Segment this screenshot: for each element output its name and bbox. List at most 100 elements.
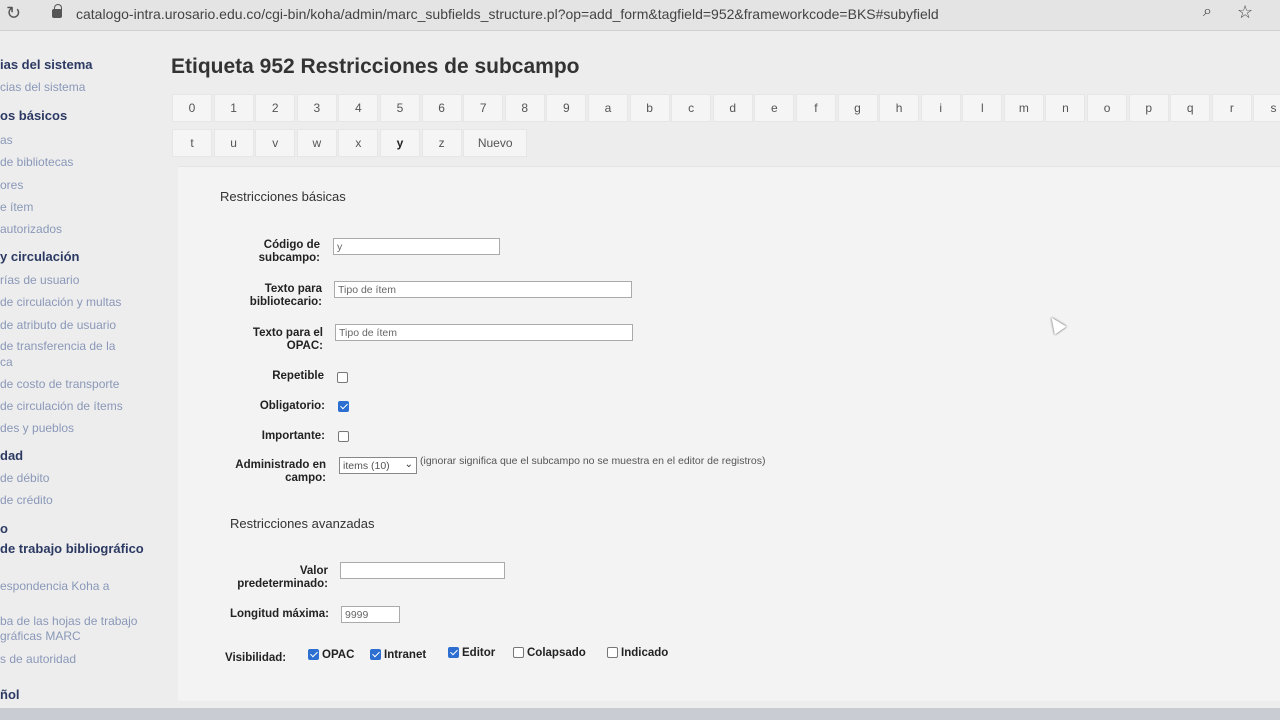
- managed-in-field-label: Administrado en campo:: [235, 459, 326, 484]
- sidebar-link[interactable]: de bibliotecas: [0, 155, 73, 169]
- visibility-colapsado-label: Colapsado: [527, 647, 586, 659]
- subfield-tab-y[interactable]: y: [379, 129, 420, 157]
- browser-address-bar: ↻ catalogo-intra.urosario.edu.co/cgi-bin…: [0, 0, 1280, 31]
- sidebar-link[interactable]: de atributo de usuario: [0, 318, 116, 332]
- subfield-tab-v[interactable]: v: [255, 129, 296, 157]
- sidebar-link[interactable]: gráficas MARC: [0, 629, 81, 643]
- subfield-tab-g[interactable]: g: [837, 94, 878, 122]
- subfield-tab-z[interactable]: z: [421, 129, 462, 157]
- visibility-colapsado-checkbox[interactable]: [513, 647, 524, 658]
- subfield-tab-h[interactable]: h: [879, 94, 920, 122]
- subfield-form-panel: Restricciones básicas Código de subcampo…: [178, 166, 1280, 701]
- max-length-label: Longitud máxima:: [229, 608, 329, 620]
- subfield-tab-7[interactable]: 7: [463, 94, 504, 122]
- subfield-tab-2[interactable]: 2: [255, 94, 296, 122]
- sidebar-link[interactable]: de débito: [0, 471, 49, 485]
- subfield-tab-1[interactable]: 1: [213, 94, 254, 122]
- important-checkbox[interactable]: [338, 431, 349, 442]
- sidebar-section-heading: y circulación: [0, 249, 80, 264]
- visibility-opac-label: OPAC: [322, 649, 355, 661]
- subfield-tab-q[interactable]: q: [1170, 94, 1211, 122]
- sidebar-link[interactable]: de circulación de ítems: [0, 399, 123, 413]
- subfield-tab-f[interactable]: f: [795, 94, 836, 122]
- subfield-tab-m[interactable]: m: [1003, 94, 1044, 122]
- subfield-tab-b[interactable]: b: [629, 94, 670, 122]
- subfield-tab-6[interactable]: 6: [421, 94, 462, 122]
- subfield-tab-o[interactable]: o: [1087, 94, 1128, 122]
- sidebar-link[interactable]: de circulación y multas: [0, 295, 121, 309]
- sidebar-link[interactable]: ca: [0, 355, 13, 369]
- sidebar-link[interactable]: e ítem: [0, 200, 33, 214]
- reload-icon[interactable]: ↻: [6, 3, 21, 24]
- subfield-tab-p[interactable]: p: [1128, 94, 1169, 122]
- librarian-text-input[interactable]: Tipo de ítem: [334, 281, 632, 298]
- sidebar-link[interactable]: espondencia Koha a: [0, 579, 109, 593]
- subfield-tab-c[interactable]: c: [671, 94, 712, 122]
- subfield-tab-a[interactable]: a: [587, 94, 628, 122]
- advanced-restrictions-title: Restricciones avanzadas: [230, 516, 375, 531]
- subfield-tab-r[interactable]: r: [1211, 94, 1252, 122]
- subfield-tab-u[interactable]: u: [213, 129, 254, 157]
- subfield-tab-w[interactable]: w: [296, 129, 337, 157]
- subfield-tab-i[interactable]: i: [920, 94, 961, 122]
- managed-in-field-select[interactable]: items (10) ⌄: [339, 457, 417, 474]
- sidebar-link[interactable]: cias del sistema: [0, 80, 85, 94]
- sidebar-link[interactable]: ores: [0, 178, 23, 192]
- basic-restrictions-title: Restricciones básicas: [220, 189, 346, 204]
- sidebar-link[interactable]: de crédito: [0, 493, 53, 507]
- repeatable-checkbox[interactable]: [337, 372, 348, 383]
- subfield-tab-3[interactable]: 3: [296, 94, 337, 122]
- subfield-tab-x[interactable]: x: [338, 129, 379, 157]
- sidebar-link[interactable]: des y pueblos: [0, 421, 74, 435]
- visibility-opac-checkbox[interactable]: [308, 649, 319, 660]
- lock-icon[interactable]: [52, 4, 62, 18]
- subfield-tab-nuevo[interactable]: Nuevo: [463, 129, 528, 157]
- subfield-code-input[interactable]: y: [333, 238, 500, 255]
- librarian-text-label: Texto para bibliotecario:: [249, 283, 322, 308]
- opac-text-input[interactable]: Tipo de ítem: [335, 324, 633, 341]
- opac-text-label: Texto para el OPAC:: [252, 327, 323, 352]
- default-value-input[interactable]: [340, 562, 505, 579]
- important-label: Importante:: [261, 430, 325, 442]
- sidebar-link[interactable]: rías de usuario: [0, 273, 79, 287]
- subfield-tab-s[interactable]: s: [1253, 94, 1280, 122]
- subfield-tab-l[interactable]: l: [962, 94, 1003, 122]
- visibility-editor-checkbox[interactable]: [448, 647, 459, 658]
- subfield-tab-d[interactable]: d: [712, 94, 753, 122]
- visibility-intranet-label: Intranet: [384, 649, 427, 661]
- sidebar-link[interactable]: de costo de transporte: [0, 377, 119, 391]
- sidebar-section-heading: de trabajo bibliográfico: [0, 541, 144, 556]
- subfield-tab-n[interactable]: n: [1045, 94, 1086, 122]
- sidebar-link[interactable]: de transferencia de la: [0, 339, 115, 353]
- subfield-tab-t[interactable]: t: [172, 129, 212, 157]
- zoom-icon[interactable]: ⌕: [1203, 3, 1212, 21]
- default-value-label: Valor predeterminado:: [237, 565, 328, 590]
- subfield-tabs-row-2: t u v w x y z Nuevo: [172, 129, 529, 159]
- managed-in-field-value: items (10): [343, 460, 390, 472]
- subfield-tab-9[interactable]: 9: [546, 94, 587, 122]
- subfield-tab-8[interactable]: 8: [504, 94, 545, 122]
- mandatory-checkbox[interactable]: [338, 401, 349, 412]
- managed-in-field-hint: (ignorar significa que el subcampo no se…: [420, 455, 766, 467]
- chevron-down-icon: ⌄: [404, 459, 413, 470]
- visibility-intranet-checkbox[interactable]: [370, 649, 381, 660]
- subfield-code-label: Código de subcampo:: [258, 239, 320, 264]
- sidebar-link[interactable]: as: [0, 133, 13, 147]
- sidebar-section-heading: ias del sistema: [0, 57, 93, 72]
- subfield-tab-e[interactable]: e: [754, 94, 795, 122]
- sidebar-link[interactable]: s de autoridad: [0, 652, 76, 666]
- visibility-label: Visibilidad:: [225, 652, 287, 664]
- subfield-tab-5[interactable]: 5: [379, 94, 420, 122]
- url-text[interactable]: catalogo-intra.urosario.edu.co/cgi-bin/k…: [76, 6, 939, 22]
- subfield-tab-0[interactable]: 0: [172, 94, 212, 122]
- visibility-editor-label: Editor: [462, 647, 496, 659]
- sidebar-section-heading: os básicos: [0, 108, 68, 123]
- bookmark-star-icon[interactable]: ☆: [1237, 2, 1253, 23]
- sidebar-link[interactable]: autorizados: [0, 222, 62, 236]
- sidebar-section-heading: dad: [0, 448, 24, 463]
- max-length-input[interactable]: 9999: [341, 606, 400, 623]
- visibility-indicado-checkbox[interactable]: [607, 647, 618, 658]
- sidebar-link[interactable]: ba de las hojas de trabajo: [0, 614, 137, 628]
- mandatory-label: Obligatorio:: [259, 400, 325, 412]
- subfield-tab-4[interactable]: 4: [338, 94, 379, 122]
